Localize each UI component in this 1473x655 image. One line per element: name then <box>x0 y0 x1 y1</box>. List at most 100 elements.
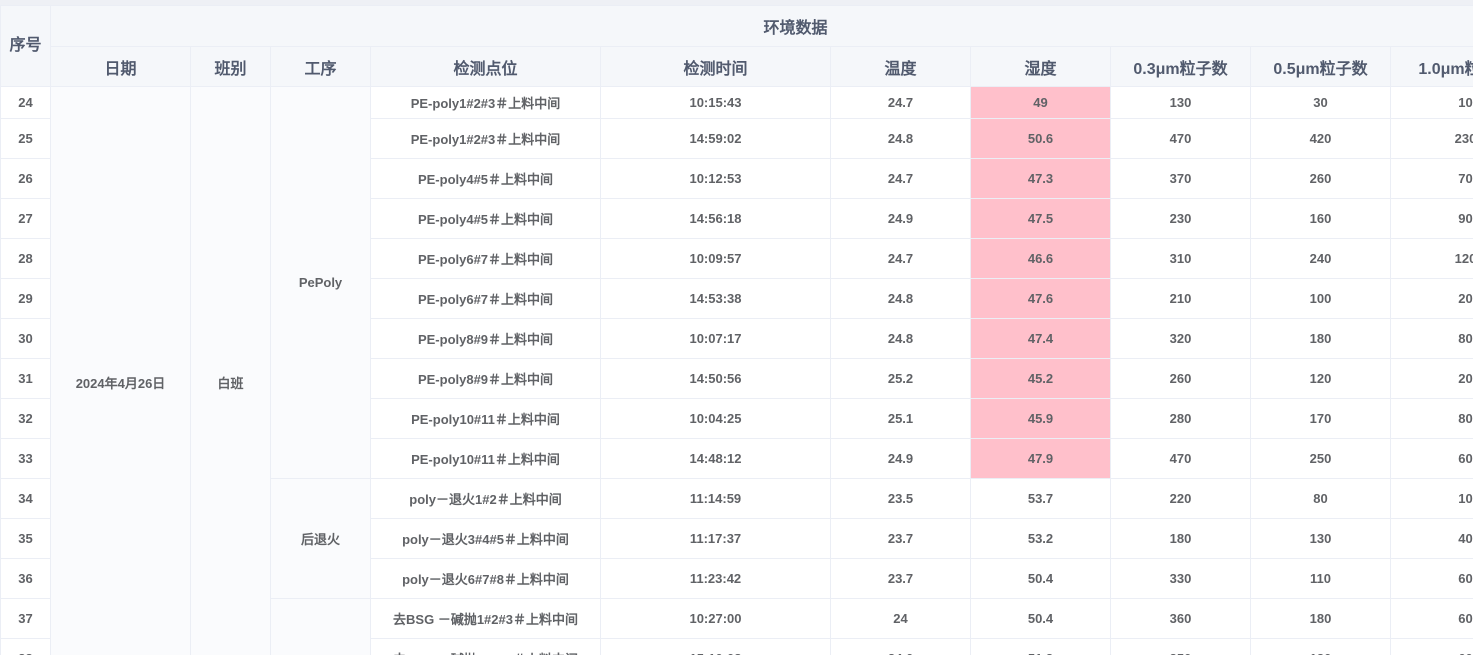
cell-particles-1-0: 10 <box>1389 86 1473 119</box>
cell-time: 14:50:56 <box>600 358 831 399</box>
header-particles-1-0[interactable]: 1.0μm粒子数 <box>1389 46 1473 87</box>
cell-temperature: 23.5 <box>830 478 971 519</box>
cell-humidity: 53.7 <box>970 478 1111 519</box>
cell-temperature: 23.7 <box>830 558 971 599</box>
cell-seq: 27 <box>0 198 51 239</box>
cell-point: PE-poly10#11＃上料中间 <box>370 398 601 439</box>
cell-temperature: 25.1 <box>830 398 971 439</box>
cell-temperature: 24.8 <box>830 318 971 359</box>
cell-particles-1-0: 70 <box>1389 158 1473 199</box>
cell-particles-0-5: 130 <box>1250 638 1391 655</box>
cell-particles-1-0: 60 <box>1389 558 1473 599</box>
cell-seq: 29 <box>0 278 51 319</box>
cell-point: PE-poly6#7＃上料中间 <box>370 278 601 319</box>
cell-particles-0-5: 110 <box>1250 558 1391 599</box>
cell-time: 10:27:00 <box>600 598 831 639</box>
cell-time: 11:17:37 <box>600 518 831 559</box>
header-time[interactable]: 检测时间 <box>600 46 831 87</box>
cell-particles-0-3: 180 <box>1110 518 1251 559</box>
cell-time: 10:07:17 <box>600 318 831 359</box>
cell-point: poly－退火3#4#5＃上料中间 <box>370 518 601 559</box>
cell-particles-0-5: 120 <box>1250 358 1391 399</box>
cell-particles-0-5: 80 <box>1250 478 1391 519</box>
cell-particles-0-5: 250 <box>1250 438 1391 479</box>
cell-humidity: 50.4 <box>970 598 1111 639</box>
cell-particles-0-3: 470 <box>1110 438 1251 479</box>
data-table-container[interactable]: 序号 环境数据 日期 班别 工序 检测点位 检测时间 温度 湿度 0.3μm粒子… <box>0 0 1473 655</box>
cell-particles-1-0: 120 <box>1389 238 1473 279</box>
header-particles-0-5[interactable]: 0.5μm粒子数 <box>1250 46 1391 87</box>
table-row[interactable]: 24 2024年4月26日 白班 PePoly PE-poly1#2#3＃上料中… <box>0 86 1473 655</box>
header-shift[interactable]: 班别 <box>190 46 271 87</box>
cell-seq: 35 <box>0 518 51 559</box>
cell-humidity: 47.5 <box>970 198 1111 239</box>
cell-time: 14:59:02 <box>600 118 831 159</box>
cell-seq: 37 <box>0 598 51 639</box>
header-date[interactable]: 日期 <box>50 46 191 87</box>
cell-time: 10:09:57 <box>600 238 831 279</box>
cell-point: PE-poly1#2#3＃上料中间 <box>370 118 601 159</box>
cell-point: 去BSG －碱抛1#2#3＃上料中间 <box>370 638 601 655</box>
cell-temperature: 24.7 <box>830 158 971 199</box>
cell-temperature: 24.9 <box>830 198 971 239</box>
cell-seq: 28 <box>0 238 51 279</box>
cell-particles-1-0: 90 <box>1389 198 1473 239</box>
cell-point: PE-poly8#9＃上料中间 <box>370 358 601 399</box>
cell-particles-0-3: 230 <box>1110 198 1251 239</box>
cell-shift: 白班 <box>190 86 271 655</box>
cell-particles-0-5: 260 <box>1250 158 1391 199</box>
cell-particles-0-3: 470 <box>1110 118 1251 159</box>
cell-temperature: 24.9 <box>830 438 971 479</box>
cell-seq: 24 <box>0 86 51 119</box>
cell-seq: 36 <box>0 558 51 599</box>
cell-particles-0-5: 30 <box>1250 86 1391 119</box>
header-group-environment: 环境数据 <box>49 5 1473 47</box>
cell-point: poly－退火1#2＃上料中间 <box>370 478 601 519</box>
cell-particles-0-5: 240 <box>1250 238 1391 279</box>
cell-point: 去BSG －碱抛1#2#3＃上料中间 <box>370 598 601 639</box>
cell-time: 14:56:18 <box>600 198 831 239</box>
cell-particles-0-3: 360 <box>1110 598 1251 639</box>
cell-temperature: 23.7 <box>830 518 971 559</box>
cell-time: 11:23:42 <box>600 558 831 599</box>
cell-humidity: 53.2 <box>970 518 1111 559</box>
cell-process-empty <box>270 598 371 655</box>
header-point[interactable]: 检测点位 <box>370 46 601 87</box>
cell-date: 2024年4月26日 <box>50 86 191 655</box>
cell-particles-0-3: 330 <box>1110 558 1251 599</box>
cell-humidity: 47.9 <box>970 438 1111 479</box>
cell-particles-0-3: 320 <box>1110 318 1251 359</box>
cell-time: 14:48:12 <box>600 438 831 479</box>
cell-humidity: 50.4 <box>970 558 1111 599</box>
cell-point: PE-poly1#2#3＃上料中间 <box>370 86 601 119</box>
cell-seq: 38 <box>0 638 51 655</box>
cell-humidity: 50.6 <box>970 118 1111 159</box>
cell-particles-1-0: 60 <box>1389 438 1473 479</box>
header-temperature[interactable]: 温度 <box>830 46 971 87</box>
header-particles-0-3[interactable]: 0.3μm粒子数 <box>1110 46 1251 87</box>
cell-particles-0-3: 280 <box>1110 398 1251 439</box>
cell-particles-0-3: 130 <box>1110 86 1251 119</box>
cell-seq: 31 <box>0 358 51 399</box>
cell-point: PE-poly4#5＃上料中间 <box>370 198 601 239</box>
cell-particles-0-5: 420 <box>1250 118 1391 159</box>
cell-particles-1-0: 80 <box>1389 398 1473 439</box>
cell-particles-1-0: 230 <box>1389 118 1473 159</box>
cell-particles-0-5: 130 <box>1250 518 1391 559</box>
cell-particles-1-0: 10 <box>1389 478 1473 519</box>
header-humidity[interactable]: 湿度 <box>970 46 1111 87</box>
cell-particles-1-0: 60 <box>1389 638 1473 655</box>
cell-time: 10:04:25 <box>600 398 831 439</box>
cell-humidity: 47.4 <box>970 318 1111 359</box>
cell-temperature: 24.7 <box>830 238 971 279</box>
cell-temperature: 24.8 <box>830 118 971 159</box>
cell-particles-0-5: 180 <box>1250 598 1391 639</box>
cell-humidity: 45.9 <box>970 398 1111 439</box>
cell-seq: 32 <box>0 398 51 439</box>
header-seq: 序号 <box>0 5 51 87</box>
cell-time: 15:10:08 <box>600 638 831 655</box>
cell-process-post-anneal: 后退火 <box>270 478 371 599</box>
cell-time: 11:14:59 <box>600 478 831 519</box>
header-process[interactable]: 工序 <box>270 46 371 87</box>
cell-temperature: 25.2 <box>830 358 971 399</box>
